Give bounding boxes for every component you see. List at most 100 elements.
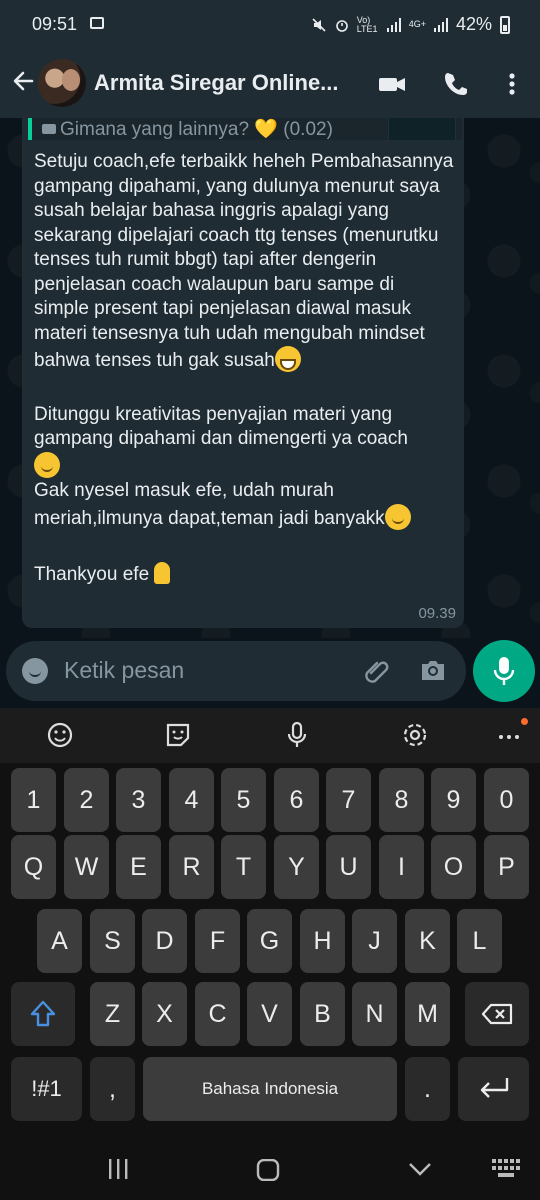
emoji-keyboard-icon[interactable] xyxy=(45,720,75,750)
key-d[interactable]: D xyxy=(142,909,187,973)
status-time: 09:51 xyxy=(32,14,78,34)
message-bubble[interactable]: Gimana yang lainnya? 💛 (0.02) Setuju coa… xyxy=(22,118,464,628)
enter-icon xyxy=(480,1078,508,1098)
key-6[interactable]: 6 xyxy=(274,768,319,832)
microphone-icon xyxy=(493,657,515,685)
keyboard-switch-icon[interactable] xyxy=(492,1159,520,1179)
backspace-key[interactable] xyxy=(465,982,529,1046)
key-l[interactable]: L xyxy=(457,909,502,973)
key-7[interactable]: 7 xyxy=(326,768,371,832)
keyboard: 1 2 3 4 5 6 7 8 9 0 Q W E R T Y U I O P … xyxy=(0,763,540,1135)
key-i[interactable]: I xyxy=(379,835,424,899)
chat-area[interactable]: Gimana yang lainnya? 💛 (0.02) Setuju coa… xyxy=(0,118,540,638)
more-toolbar-icon[interactable] xyxy=(494,718,528,750)
emoji-button-icon[interactable] xyxy=(22,658,48,684)
more-options-icon[interactable] xyxy=(498,70,526,98)
smiling-emoji-icon xyxy=(34,451,60,478)
video-call-icon[interactable] xyxy=(378,70,406,98)
key-9[interactable]: 9 xyxy=(431,768,476,832)
key-8[interactable]: 8 xyxy=(379,768,424,832)
quote-thumbnail xyxy=(388,118,456,140)
message-input-bar: Ketik pesan xyxy=(6,641,466,701)
key-b[interactable]: B xyxy=(300,982,345,1046)
phone-call-icon[interactable] xyxy=(442,70,470,98)
message-paragraph-4: Thankyou efe xyxy=(34,564,150,585)
praying-hands-emoji-icon xyxy=(149,560,175,586)
alarm-icon xyxy=(335,19,348,32)
key-x[interactable]: X xyxy=(142,982,187,1046)
settings-gear-icon[interactable] xyxy=(400,720,430,750)
notification-dot xyxy=(521,718,528,725)
home-icon[interactable] xyxy=(256,1159,280,1181)
backspace-icon xyxy=(481,1003,513,1025)
key-k[interactable]: K xyxy=(405,909,450,973)
key-h[interactable]: H xyxy=(300,909,345,973)
key-n[interactable]: N xyxy=(352,982,397,1046)
sticker-icon[interactable] xyxy=(163,720,193,750)
system-nav-bar xyxy=(0,1135,540,1200)
enter-key[interactable] xyxy=(458,1057,529,1121)
keyboard-toolbar xyxy=(0,708,540,763)
message-paragraph-1: Setuju coach,efe terbaikk heheh Pembahas… xyxy=(34,151,454,371)
signal-2-icon xyxy=(433,17,448,32)
key-p[interactable]: P xyxy=(484,835,529,899)
hide-keyboard-chevron-icon[interactable] xyxy=(408,1159,432,1179)
smiling-emoji-2-icon xyxy=(384,503,411,530)
volte-label: Vo) LTE1 xyxy=(356,14,378,34)
key-e[interactable]: E xyxy=(116,835,161,899)
key-2[interactable]: 2 xyxy=(64,768,109,832)
shift-icon xyxy=(30,1000,56,1027)
battery-percent: 42% xyxy=(455,14,492,34)
status-bar: 09:51 Vo) LTE1 4G+ 42% xyxy=(0,0,540,48)
video-icon xyxy=(42,124,56,134)
key-z[interactable]: Z xyxy=(90,982,135,1046)
recent-apps-icon[interactable] xyxy=(106,1159,130,1179)
key-m[interactable]: M xyxy=(405,982,450,1046)
key-0[interactable]: 0 xyxy=(484,768,529,832)
key-w[interactable]: W xyxy=(64,835,109,899)
quote-text: Gimana yang lainnya? 💛 (0.02) xyxy=(60,119,333,140)
message-time: 09.39 xyxy=(418,605,456,622)
voice-input-icon[interactable] xyxy=(282,720,312,750)
key-r[interactable]: R xyxy=(169,835,214,899)
key-g[interactable]: G xyxy=(247,909,292,973)
key-u[interactable]: U xyxy=(326,835,371,899)
key-1[interactable]: 1 xyxy=(11,768,56,832)
comma-key[interactable]: , xyxy=(90,1057,135,1121)
network-type-label: 4G+ xyxy=(408,19,426,29)
message-text: Setuju coach,efe terbaikk heheh Pembahas… xyxy=(34,150,454,588)
key-q[interactable]: Q xyxy=(11,835,56,899)
key-a[interactable]: A xyxy=(37,909,82,973)
voice-message-button[interactable] xyxy=(473,640,535,702)
status-icons: Vo) LTE1 4G+ 42% xyxy=(311,14,510,35)
chat-header: Armita Siregar Online... xyxy=(0,48,540,118)
key-j[interactable]: J xyxy=(352,909,397,973)
period-key[interactable]: . xyxy=(405,1057,450,1121)
symbols-key[interactable]: !#1 xyxy=(11,1057,82,1121)
avatar[interactable] xyxy=(38,59,86,107)
attach-icon[interactable] xyxy=(362,656,392,686)
contact-name[interactable]: Armita Siregar Online... xyxy=(94,70,339,96)
camera-icon[interactable] xyxy=(420,659,446,681)
message-input[interactable]: Ketik pesan xyxy=(64,657,184,684)
key-t[interactable]: T xyxy=(221,835,266,899)
key-5[interactable]: 5 xyxy=(221,768,266,832)
mute-icon xyxy=(312,17,326,32)
key-s[interactable]: S xyxy=(90,909,135,973)
key-4[interactable]: 4 xyxy=(169,768,214,832)
space-key[interactable]: Bahasa Indonesia xyxy=(143,1057,397,1121)
quoted-message[interactable]: Gimana yang lainnya? 💛 (0.02) xyxy=(28,118,462,140)
back-arrow-icon[interactable] xyxy=(10,68,36,94)
key-v[interactable]: V xyxy=(247,982,292,1046)
key-f[interactable]: F xyxy=(195,909,240,973)
key-3[interactable]: 3 xyxy=(116,768,161,832)
key-y[interactable]: Y xyxy=(274,835,319,899)
signal-icon xyxy=(386,17,401,32)
grinning-emoji-icon xyxy=(274,346,301,372)
message-paragraph-3: Gak nyesel masuk efe, udah murah meriah,… xyxy=(34,480,385,529)
shift-key[interactable] xyxy=(11,982,75,1046)
key-c[interactable]: C xyxy=(195,982,240,1046)
message-paragraph-2: Ditunggu kreativitas penyajian materi ya… xyxy=(34,403,408,450)
battery-icon xyxy=(500,15,510,34)
key-o[interactable]: O xyxy=(431,835,476,899)
